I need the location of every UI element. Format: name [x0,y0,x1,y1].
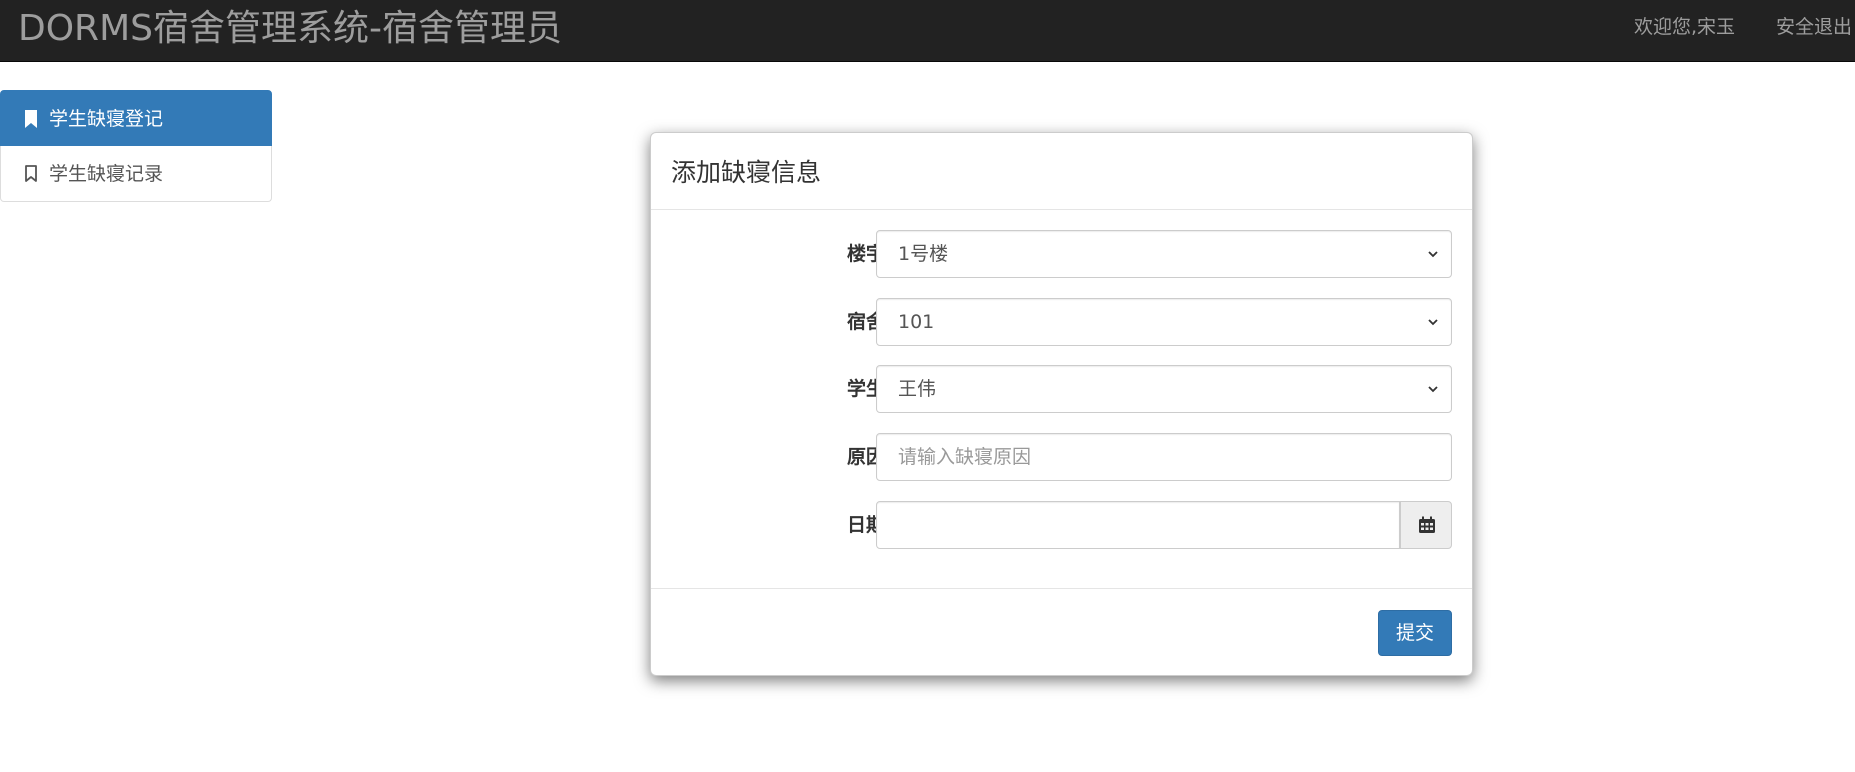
reason-row: 原因 请输入缺寝原因 [651,433,1472,481]
building-label: 楼宇 [846,243,885,265]
add-absence-modal: 添加缺寝信息 楼宇 1号楼 宿舍 101 学生 王伟 原因 请输入缺寝原因 日期… [650,132,1473,676]
student-select-value: 王伟 [898,378,937,400]
building-row: 楼宇 1号楼 [651,230,1472,278]
sidebar-item-absence-records[interactable]: 学生缺寝记录 [0,146,272,202]
date-row: 日期 [651,501,1472,549]
modal-title: 添加缺寝信息 [671,158,822,187]
student-select[interactable]: 王伟 [876,365,1452,413]
brand-title[interactable]: DORMS宿舍管理系统-宿舍管理员 [18,4,562,54]
calendar-icon [1419,516,1435,533]
bookmark-icon [25,110,37,128]
top-navbar: DORMS宿舍管理系统-宿舍管理员 欢迎您,宋玉 安全退出 [0,0,1855,62]
dorm-row: 宿舍 101 [651,298,1472,346]
dorm-select[interactable]: 101 [876,298,1452,346]
modal-header: 添加缺寝信息 [651,133,1472,210]
reason-label: 原因 [846,446,885,468]
bookmark-outline-icon [25,165,37,182]
welcome-user[interactable]: 欢迎您,宋玉 [1634,0,1735,54]
chevron-down-icon [1428,319,1438,326]
dorm-label: 宿舍 [846,311,885,333]
date-input[interactable] [876,501,1400,549]
reason-input[interactable]: 请输入缺寝原因 [876,433,1452,481]
student-label: 学生 [846,378,885,400]
modal-footer: 提交 [651,588,1472,675]
building-select-value: 1号楼 [898,243,949,265]
sidebar-item-label: 学生缺寝记录 [49,163,164,185]
sidebar-item-label: 学生缺寝登记 [49,108,164,130]
chevron-down-icon [1428,386,1438,393]
building-select[interactable]: 1号楼 [876,230,1452,278]
submit-button[interactable]: 提交 [1378,610,1452,656]
date-label: 日期 [846,514,885,536]
reason-placeholder: 请输入缺寝原因 [898,446,1032,468]
sidebar-item-absence-register[interactable]: 学生缺寝登记 [0,90,272,146]
chevron-down-icon [1428,251,1438,258]
date-picker-button[interactable] [1400,501,1452,549]
sidebar: 学生缺寝登记 学生缺寝记录 [0,90,272,202]
logout-link[interactable]: 安全退出 [1776,0,1852,54]
dorm-select-value: 101 [898,311,935,333]
student-row: 学生 王伟 [651,365,1472,413]
